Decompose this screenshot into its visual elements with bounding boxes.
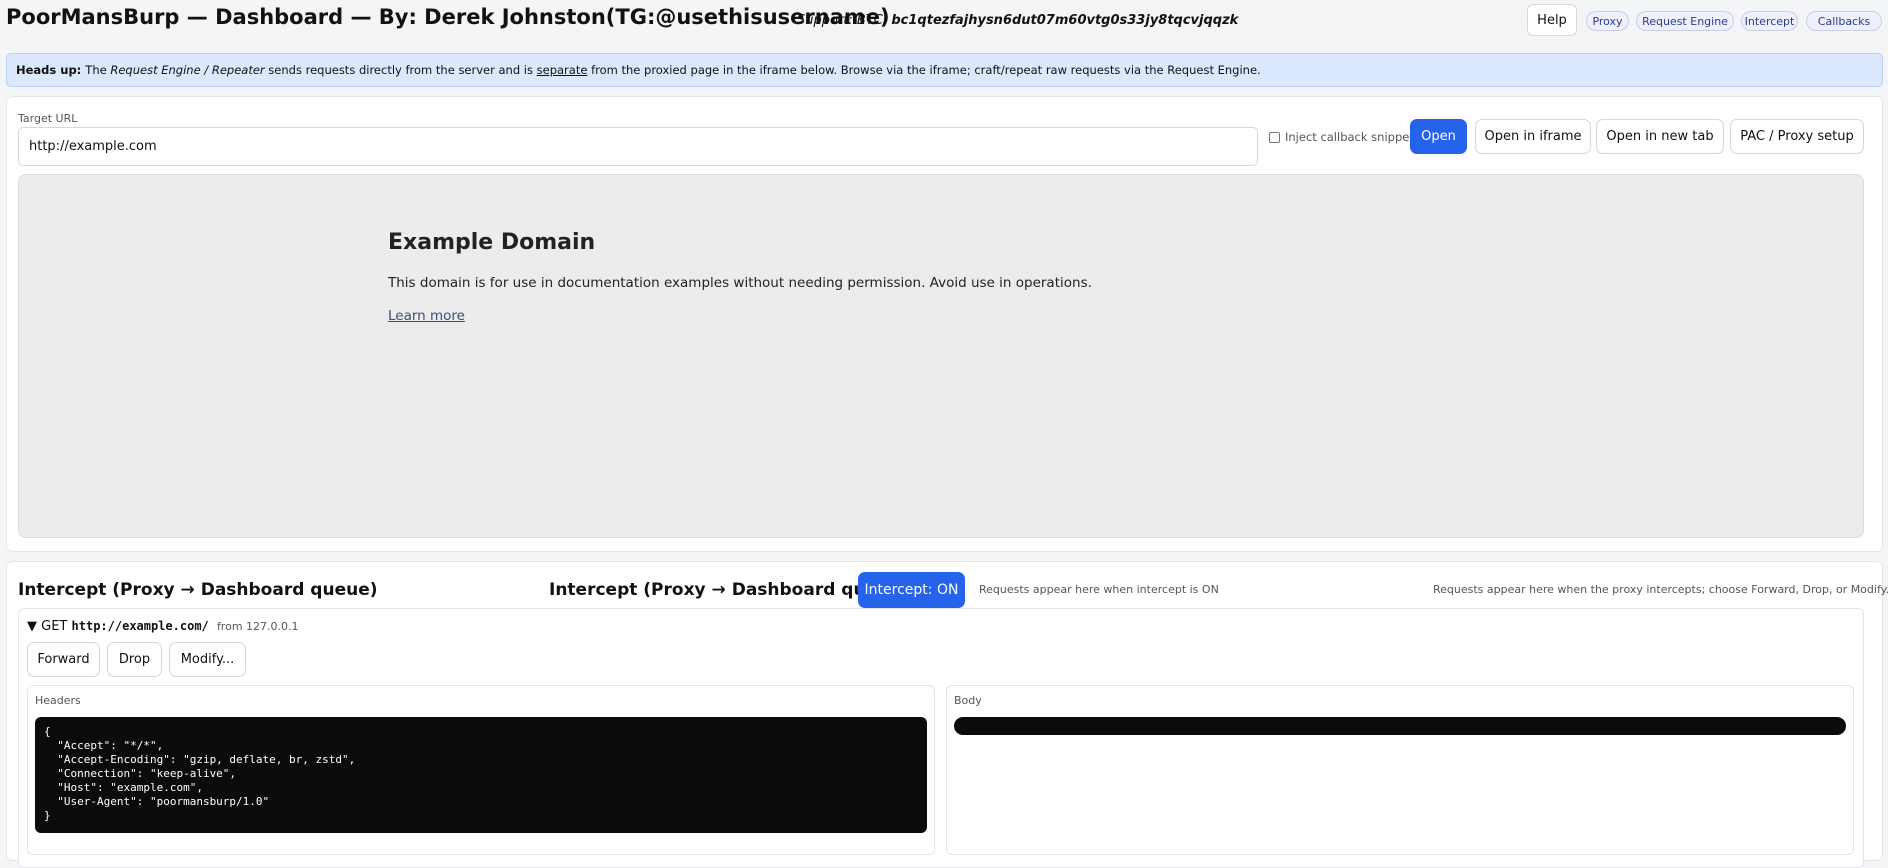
body-label: Body: [954, 694, 982, 707]
open-in-new-tab-button[interactable]: Open in new tab: [1596, 119, 1724, 154]
request-origin: from 127.0.0.1: [216, 620, 299, 633]
banner-text-3: from the proxied page in the iframe belo…: [591, 63, 1261, 77]
help-button[interactable]: Help: [1527, 4, 1577, 36]
drop-button[interactable]: Drop: [107, 642, 162, 677]
nav-request-engine[interactable]: Request Engine: [1636, 11, 1734, 31]
inject-callback-label: Inject callback snippet: [1285, 130, 1414, 144]
btc-address: bc1qtezfajhysn6dut07m60vtg0s33jy8tqcvjqq…: [891, 13, 1239, 28]
banner-engine: Request Engine / Repeater: [110, 63, 265, 77]
banner-text-1: The: [85, 63, 107, 77]
open-in-iframe-button[interactable]: Open in iframe: [1475, 119, 1591, 154]
modify-button[interactable]: Modify...: [169, 642, 246, 677]
nav-callbacks[interactable]: Callbacks: [1806, 11, 1882, 31]
example-text: This domain is for use in documentation …: [388, 275, 1092, 291]
body-panel: [946, 685, 1854, 855]
request-method: GET: [41, 619, 68, 634]
inject-callback-checkbox[interactable]: [1269, 132, 1280, 143]
heads-up-banner: Heads up: The Request Engine / Repeater …: [6, 53, 1883, 87]
proxied-iframe[interactable]: [18, 174, 1864, 538]
forward-button[interactable]: Forward: [27, 642, 100, 677]
target-url-input[interactable]: [18, 127, 1258, 166]
banner-text-2: sends requests directly from the server …: [268, 63, 533, 77]
headers-editor[interactable]: { "Accept": "*/*", "Accept-Encoding": "g…: [35, 717, 927, 833]
body-editor[interactable]: [954, 717, 1846, 735]
request-summary[interactable]: ▼ GET http://example.com/ from 127.0.0.1: [27, 619, 299, 634]
learn-more-link[interactable]: Learn more: [388, 308, 465, 324]
open-button[interactable]: Open: [1410, 119, 1467, 154]
nav-proxy[interactable]: Proxy: [1586, 11, 1629, 31]
banner-lead: Heads up:: [16, 63, 82, 77]
support-prefix: Support: BTC:: [797, 13, 888, 28]
app-header: PoorMansBurp — Dashboard — By: Derek Joh…: [0, 0, 1888, 42]
target-url-label: Target URL: [18, 112, 78, 125]
request-url: http://example.com/: [71, 619, 209, 633]
page-title: PoorMansBurp — Dashboard — By: Derek Joh…: [6, 5, 890, 29]
intercept-note-left: Requests appear here when intercept is O…: [979, 583, 1219, 596]
example-heading: Example Domain: [388, 230, 596, 255]
intercept-note-right: Requests appear here when the proxy inte…: [1433, 583, 1888, 596]
pac-proxy-setup-button[interactable]: PAC / Proxy setup: [1730, 119, 1864, 154]
collapse-arrow-icon[interactable]: ▼: [27, 619, 37, 634]
headers-label: Headers: [35, 694, 81, 707]
nav-intercept[interactable]: Intercept: [1741, 11, 1798, 31]
banner-separate: separate: [536, 63, 588, 77]
intercept-title: Intercept (Proxy → Dashboard queue): [18, 580, 378, 600]
intercept-toggle-button[interactable]: Intercept: ON: [858, 572, 965, 608]
intercept-title-secondary: Intercept (Proxy → Dashboard queue): [549, 580, 909, 600]
support-info: Support: BTC: bc1qtezfajhysn6dut07m60vtg…: [797, 13, 1238, 28]
